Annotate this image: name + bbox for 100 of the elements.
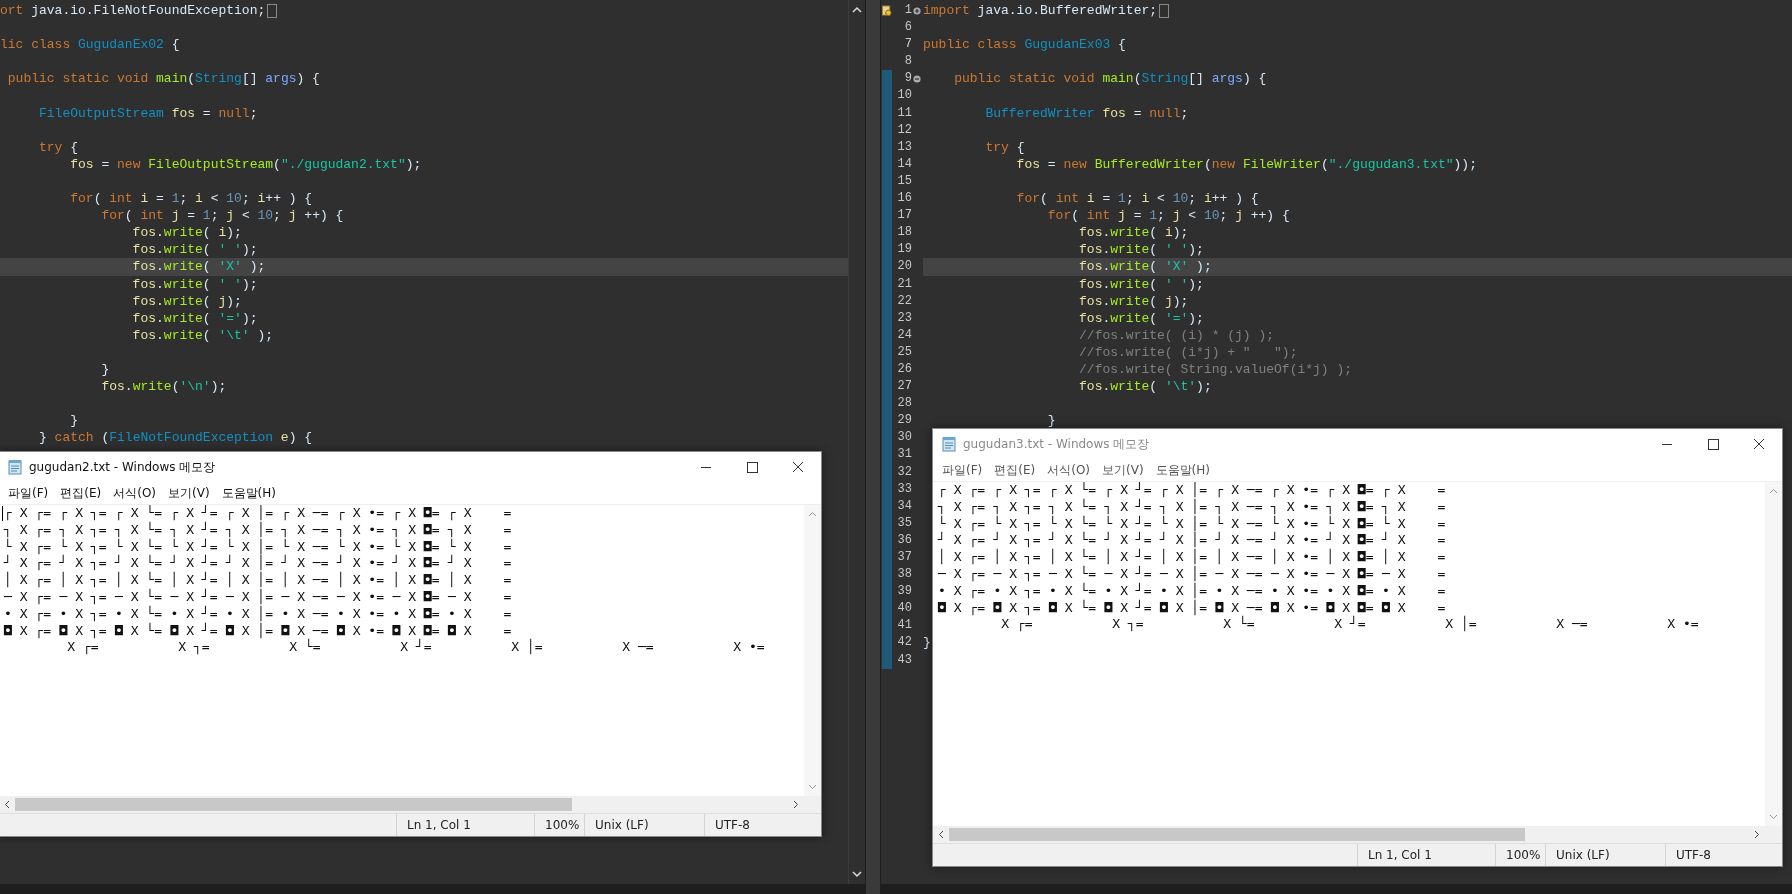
code-line: fos.write( ' ');	[1078, 241, 1204, 259]
code-line: fos.write( j);	[1078, 292, 1189, 310]
code-line: fos.write( i);	[131, 224, 242, 242]
code-line: public static void main(String[] args) {	[6, 70, 320, 88]
text-line: • X ┌= • X ┐= • X └= • X ┘= • X │= • X ─= • X •= • X ◘= • X =	[4, 605, 513, 622]
line-number: 7	[903, 36, 912, 54]
code-line: fos.write( i);	[1078, 224, 1189, 242]
code-line: FileOutputStream fos = null;	[38, 104, 258, 122]
text-line: ┘ X ┌= ┘ X ┐= ┘ X └= ┘ X ┘= ┘ X │= ┘ X ─= ┘ X •= ┘ X ◘= ┘ X =	[938, 532, 1447, 548]
line-number: 37	[896, 549, 912, 566]
line-number: 14	[896, 155, 912, 173]
code-line: //fos.write( (i) * (j) );	[1078, 326, 1275, 344]
line-number: 31	[896, 446, 912, 464]
line-number: 35	[896, 514, 912, 532]
text-line: ┌ X ┌= ┌ X ┐= ┌ X └= ┌ X ┘= ┌ X │= ┌ X ─= ┌ X •= ┌ X ◘= ┌ X =	[4, 505, 513, 521]
code-line: }	[1046, 412, 1056, 430]
line-number: 11	[896, 104, 912, 122]
status-text: Unix (LF)	[1545, 844, 1665, 866]
text-area[interactable]	[0, 505, 821, 796]
line-number: 8	[903, 53, 912, 71]
code-line: for( int j = 1; j < 10; j ++) {	[100, 207, 344, 225]
text-line: └ X ┌= └ X ┐= └ X └= └ X ┘= └ X │= └ X ─= └ X •= └ X ◘= └ X =	[938, 515, 1447, 532]
status-text: Ln 1, Col 1	[1357, 844, 1495, 866]
line-number: 18	[896, 224, 912, 242]
window-title: gugudan3.txt - Windows 메모장	[963, 435, 1151, 453]
text-line: ◘ X ┌= ◘ X ┐= ◘ X └= ◘ X ┘= ◘ X │= ◘ X ─= ◘ X •= ◘ X ◘= ◘ X =	[4, 622, 513, 639]
scroll-thumb[interactable]	[15, 798, 572, 811]
code-line: lic class GugudanEx02 {	[0, 36, 180, 54]
line-number: 6	[903, 19, 912, 37]
menu-item[interactable]: 서식(O)	[107, 484, 163, 502]
line-number: 32	[896, 463, 912, 481]
horizontal-scrollbar[interactable]	[0, 796, 821, 813]
line-number: 15	[896, 172, 912, 190]
line-number: 20	[896, 258, 912, 276]
line-number: 9	[903, 70, 912, 88]
code-line: fos.write( '=');	[1078, 309, 1204, 327]
code-line: ort java.io.FileNotFoundException;	[0, 2, 266, 20]
code-line: fos.write( '\t');	[1078, 378, 1212, 396]
code-line: for( int i = 1; i < 10; i++ ) {	[1015, 190, 1259, 208]
code-line: }	[100, 360, 110, 379]
code-line: } catch (FileNotFoundException e) {	[38, 429, 313, 447]
code-line: fos = new FileOutputStream("./gugudan2.txt");	[69, 155, 422, 173]
text-line: └ X ┌= └ X ┐= └ X └= └ X ┘= └ X │= └ X ─= └ X •= └ X ◘= └ X =	[4, 538, 513, 555]
menu-item[interactable]: 보기(V)	[162, 484, 216, 502]
expand-icon[interactable]	[912, 6, 921, 15]
status-text: 100%	[1495, 844, 1545, 866]
menu-item[interactable]: 도움말(H)	[215, 484, 282, 502]
line-number: 22	[896, 292, 912, 310]
code-line: fos = new BufferedWriter(new FileWriter("./gugudan3.txt"));	[1015, 155, 1477, 173]
code-line: fos.write( '\t' );	[131, 326, 274, 344]
code-line: for( int j = 1; j < 10; j ++) {	[1046, 207, 1290, 225]
line-number: 19	[896, 241, 912, 259]
text-line: • X ┌= • X ┐= • X └= • X ┘= • X │= • X ─= • X •= • X ◘= • X =	[938, 582, 1447, 599]
text-line: ┘ X ┌= ┘ X ┐= ┘ X └= ┘ X ┘= ┘ X │= ┘ X ─= ┘ X •= ┘ X ◘= ┘ X =	[4, 555, 513, 571]
scroll-right-icon[interactable]	[793, 800, 799, 809]
text-line: ┌ X ┌= ┌ X ┐= ┌ X └= ┌ X ┘= ┌ X │= ┌ X ─= ┌ X •= ┌ X ◘= ┌ X =	[938, 482, 1447, 498]
line-number: 23	[896, 309, 912, 327]
code-line: BufferedWriter fos = null;	[984, 104, 1189, 122]
line-number: 39	[896, 583, 912, 601]
line-number: 40	[896, 600, 912, 618]
scroll-left-icon[interactable]	[4, 800, 10, 809]
text-line: ┐ X ┌= ┐ X ┐= ┐ X └= ┐ X ┘= ┐ X │= ┐ X ─= ┐ X •= ┐ X ◘= ┐ X =	[938, 498, 1447, 516]
line-number: 42	[896, 634, 912, 652]
code-line: fos.write( ' ');	[131, 241, 258, 259]
code-line: for( int i = 1; i < 10; i++ ) {	[69, 190, 313, 208]
text-line: ┐ X ┌= ┐ X ┐= ┐ X └= ┐ X ┘= ┐ X │= ┐ X ─= ┐ X •= ┐ X ◘= ┐ X =	[4, 521, 513, 539]
line-number: 38	[896, 566, 912, 584]
code-line: fos.write('\n');	[100, 378, 227, 396]
code-line: import java.io.BufferedWriter;	[923, 2, 1158, 20]
collapse-icon[interactable]	[912, 74, 921, 83]
line-number: 21	[896, 275, 912, 293]
code-line: try {	[38, 138, 79, 156]
menu-item[interactable]: 편집(E)	[54, 484, 108, 502]
menu-item[interactable]: 파일(F)	[2, 484, 55, 502]
code-line: fos.write( 'X' );	[1078, 258, 1212, 276]
code-line: fos.write( 'X' );	[131, 258, 266, 276]
text-line: X ┌= X ┐= X └= X ┘= X │= X ─= X •=	[1000, 616, 1700, 634]
code-line: fos.write( ' ');	[131, 275, 258, 293]
window-title: gugudan2.txt - Windows 메모장	[29, 458, 217, 476]
code-line: public class GugudanEx03 {	[923, 36, 1126, 54]
status-text: UTF-8	[704, 814, 821, 836]
code-line: try {	[984, 138, 1025, 156]
line-number: 26	[896, 360, 912, 378]
code-line: }	[923, 634, 931, 652]
code-line: fos.write( ' ');	[1078, 275, 1204, 293]
line-number: 28	[896, 395, 912, 413]
line-number: 17	[896, 207, 912, 225]
text-line: ─ X ┌= ─ X ┐= ─ X └= ─ X ┘= ─ X │= ─ X ─= ─ X •= ─ X ◘= ─ X =	[4, 589, 513, 605]
text-line: ─ X ┌= ─ X ┐= ─ X └= ─ X ┘= ─ X │= ─ X ─= ─ X •= ─ X ◘= ─ X =	[938, 566, 1447, 582]
line-number: 16	[896, 190, 912, 208]
status-text: 100%	[534, 814, 584, 836]
line-number: 29	[896, 412, 912, 430]
notepad-icon	[941, 436, 957, 452]
text-line: │ X ┌= │ X ┐= │ X └= │ X ┘= │ X │= │ X ─= │ X •= │ X ◘= │ X =	[938, 549, 1447, 565]
line-number: 33	[896, 480, 912, 498]
folded-code-icon[interactable]	[1159, 3, 1170, 18]
code-line: //fos.write( String.valueOf(i*j) );	[1078, 360, 1353, 379]
folded-code-icon[interactable]	[267, 3, 278, 18]
status-text: Unix (LF)	[584, 814, 704, 836]
line-number: 30	[896, 429, 912, 447]
